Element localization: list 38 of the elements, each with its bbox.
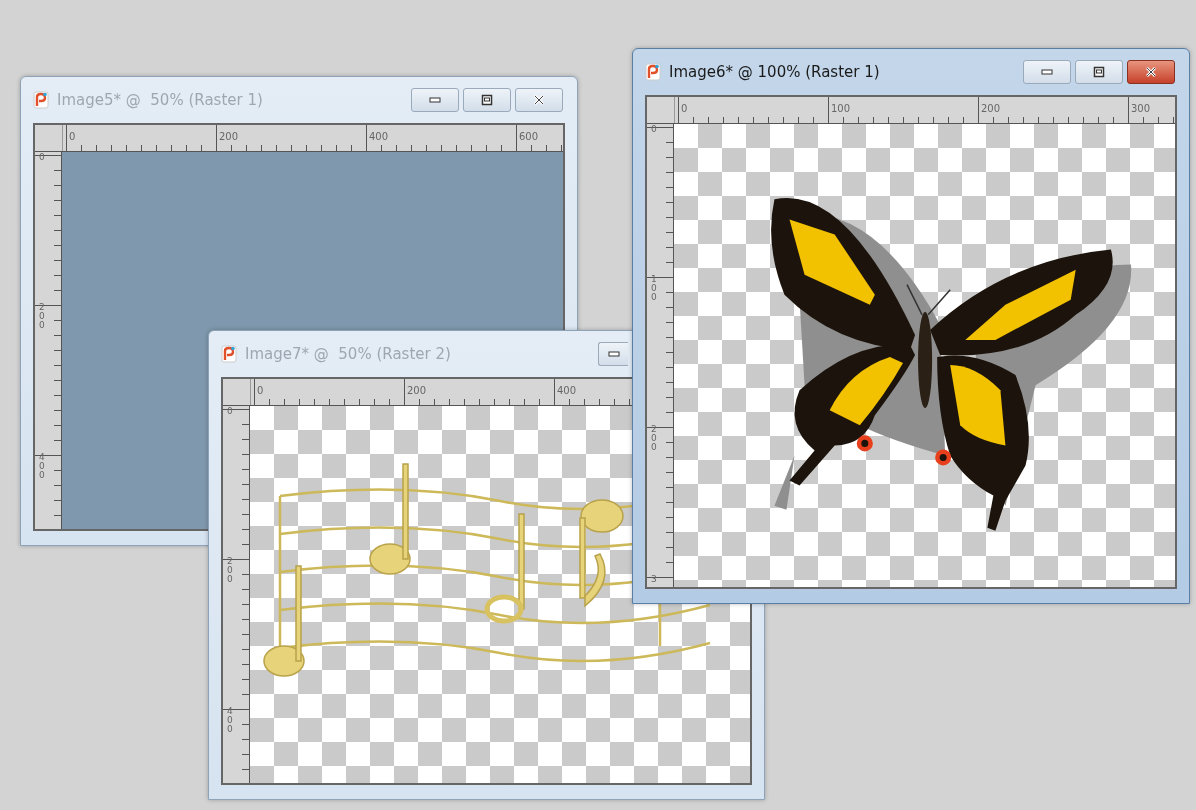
ruler-label: 200	[227, 557, 233, 584]
ruler-label: 100	[651, 275, 657, 302]
maximize-button[interactable]	[1075, 60, 1123, 84]
ruler-label: 0	[227, 407, 233, 416]
ruler-label: 200	[651, 425, 657, 452]
ruler-label: 100	[831, 103, 851, 114]
maximize-button[interactable]	[463, 88, 511, 112]
window-title: Image7* @ 50% (Raster 2)	[245, 345, 451, 363]
minimize-icon	[1041, 66, 1053, 78]
window-title: Image6* @ 100% (Raster 1)	[669, 63, 880, 81]
minimize-button[interactable]	[598, 342, 628, 366]
window-title: Image5* @ 50% (Raster 1)	[57, 91, 263, 109]
maximize-icon	[481, 94, 493, 106]
ruler-label: 200	[407, 385, 427, 396]
ruler-label: 600	[519, 131, 539, 142]
ruler-label: 200	[981, 103, 1001, 114]
ruler-label: 0	[39, 153, 45, 162]
ruler-label: 300	[1131, 103, 1151, 114]
ruler-label: 400	[557, 385, 577, 396]
ruler-label: 0	[69, 131, 76, 142]
minimize-icon	[429, 94, 441, 106]
ruler-label: 200	[39, 303, 45, 330]
ruler-label: 400	[369, 131, 389, 142]
minimize-icon	[607, 348, 620, 360]
ruler-label: 0	[651, 125, 657, 134]
ruler-label: 200	[219, 131, 239, 142]
ruler-label: 400	[39, 453, 45, 480]
ruler-label: 0	[681, 103, 688, 114]
maximize-icon	[1093, 66, 1105, 78]
app-icon	[221, 345, 237, 363]
close-icon	[533, 94, 545, 106]
app-icon	[33, 91, 49, 109]
ruler-label: 3	[651, 575, 657, 584]
ruler-label: 400	[227, 707, 233, 734]
close-icon	[1145, 66, 1157, 78]
ruler-label: 0	[257, 385, 264, 396]
close-button[interactable]	[1127, 60, 1175, 84]
app-icon	[645, 63, 661, 81]
